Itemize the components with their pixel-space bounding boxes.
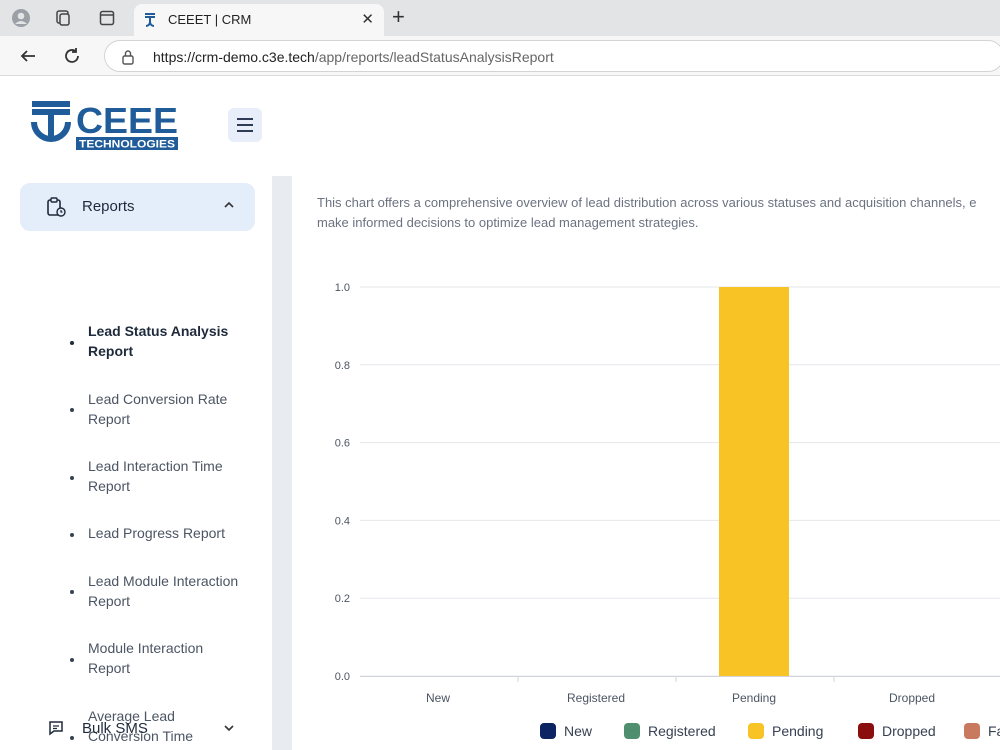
legend-label: Fa (988, 723, 1000, 739)
sidebar-divider (272, 176, 292, 750)
sidebar-subitem-label: Lead Progress Report (88, 525, 225, 541)
y-tick-label: 0.6 (335, 438, 350, 450)
legend-swatch (858, 723, 874, 739)
y-tick-label: 1.0 (335, 282, 350, 294)
close-tab-icon[interactable]: ✕ (361, 10, 374, 28)
x-tick-label: Registered (567, 691, 625, 705)
tab-title: CEEET | CRM (168, 12, 252, 27)
new-tab-icon[interactable]: + (392, 6, 405, 28)
browser-tab[interactable]: CEEET | CRM ✕ (134, 4, 384, 36)
sidebar-item-reports[interactable]: Reports (20, 183, 255, 231)
chevron-up-icon (224, 201, 234, 208)
y-tick-label: 0.8 (335, 360, 350, 372)
bullet-dot (70, 476, 74, 480)
legend-label: New (564, 723, 593, 739)
legend-swatch (624, 723, 640, 739)
url-input[interactable]: https://crm-demo.c3e.tech/app/reports/le… (104, 40, 1000, 72)
chevron-down-icon (224, 725, 234, 732)
y-tick-label: 0.2 (335, 593, 350, 605)
reload-icon[interactable] (60, 44, 84, 68)
sidebar-subitem-label: Lead Interaction Time Report (88, 458, 223, 494)
sidebar-item-label: Bulk SMS (82, 720, 148, 737)
report-content: This chart offers a comprehensive overvi… (292, 176, 1000, 750)
legend-item-fa[interactable]: Fa (964, 721, 1000, 741)
legend-item-dropped[interactable]: Dropped (858, 721, 936, 741)
legend-swatch (540, 723, 556, 739)
legend-swatch (748, 723, 764, 739)
report-clipboard-icon (47, 197, 66, 217)
legend-item-new[interactable]: New (540, 721, 592, 741)
app-header: CEEE TECHNOLOGIES (0, 76, 1000, 176)
sidebar-item-label: Reports (82, 198, 135, 215)
hamburger-icon (237, 118, 253, 132)
message-icon (49, 721, 63, 736)
profile-icon[interactable] (10, 7, 32, 29)
bullet-dot (70, 408, 74, 412)
bullet-dot (70, 590, 74, 594)
sidebar-subitem-label: Lead Conversion Rate Report (88, 391, 228, 427)
x-tick-label: Dropped (889, 691, 935, 705)
sidebar-subitem-label: Lead Module Interaction Report (88, 573, 239, 609)
bullet-dot (70, 658, 74, 662)
legend-swatch (964, 723, 980, 739)
legend-label: Pending (772, 723, 824, 739)
browser-tab-bar: CEEET | CRM ✕ + (0, 0, 1000, 36)
address-bar-row: https://crm-demo.c3e.tech/app/reports/le… (0, 36, 1000, 76)
sidebar-subitem-label: Lead Status Analysis Report (88, 323, 229, 359)
sidebar-subitem-label: Module Interaction Report (88, 640, 204, 676)
legend-item-pending[interactable]: Pending (748, 721, 823, 741)
y-tick-label: 0.0 (335, 671, 350, 683)
tab-favicon-icon (145, 13, 155, 27)
lock-icon[interactable] (121, 49, 135, 65)
crm-app: CEEE TECHNOLOGIES Reports Lead Status An… (0, 76, 1000, 750)
sidebar: Reports Lead Status Analysis Report Lead… (0, 176, 272, 750)
x-tick-label: New (426, 691, 450, 705)
sidebar-item-bulk-sms[interactable]: Bulk SMS (20, 712, 255, 744)
hamburger-menu-button[interactable] (228, 108, 262, 142)
tab-actions-icon[interactable] (96, 7, 118, 29)
ceee-logo[interactable]: CEEE TECHNOLOGIES (30, 100, 180, 152)
x-tick-label: Pending (732, 691, 776, 705)
lead-status-bar-chart: 0.0 0.2 0.4 0.6 0.8 1.0 New Registered Pending Dr… (335, 282, 1000, 705)
legend-label: Dropped (882, 723, 936, 739)
bar-pending[interactable] (719, 287, 789, 676)
svg-text:TECHNOLOGIES: TECHNOLOGIES (79, 139, 175, 151)
svg-text:CEEE: CEEE (76, 100, 178, 141)
y-tick-label: 0.4 (335, 515, 350, 527)
back-icon[interactable] (16, 44, 40, 68)
workspaces-icon[interactable] (52, 7, 74, 29)
legend-item-registered[interactable]: Registered (624, 721, 716, 741)
bullet-dot (70, 341, 74, 345)
url-text: https://crm-demo.c3e.tech/app/reports/le… (153, 49, 554, 65)
bullet-dot (70, 533, 74, 537)
legend-label: Registered (648, 723, 716, 739)
